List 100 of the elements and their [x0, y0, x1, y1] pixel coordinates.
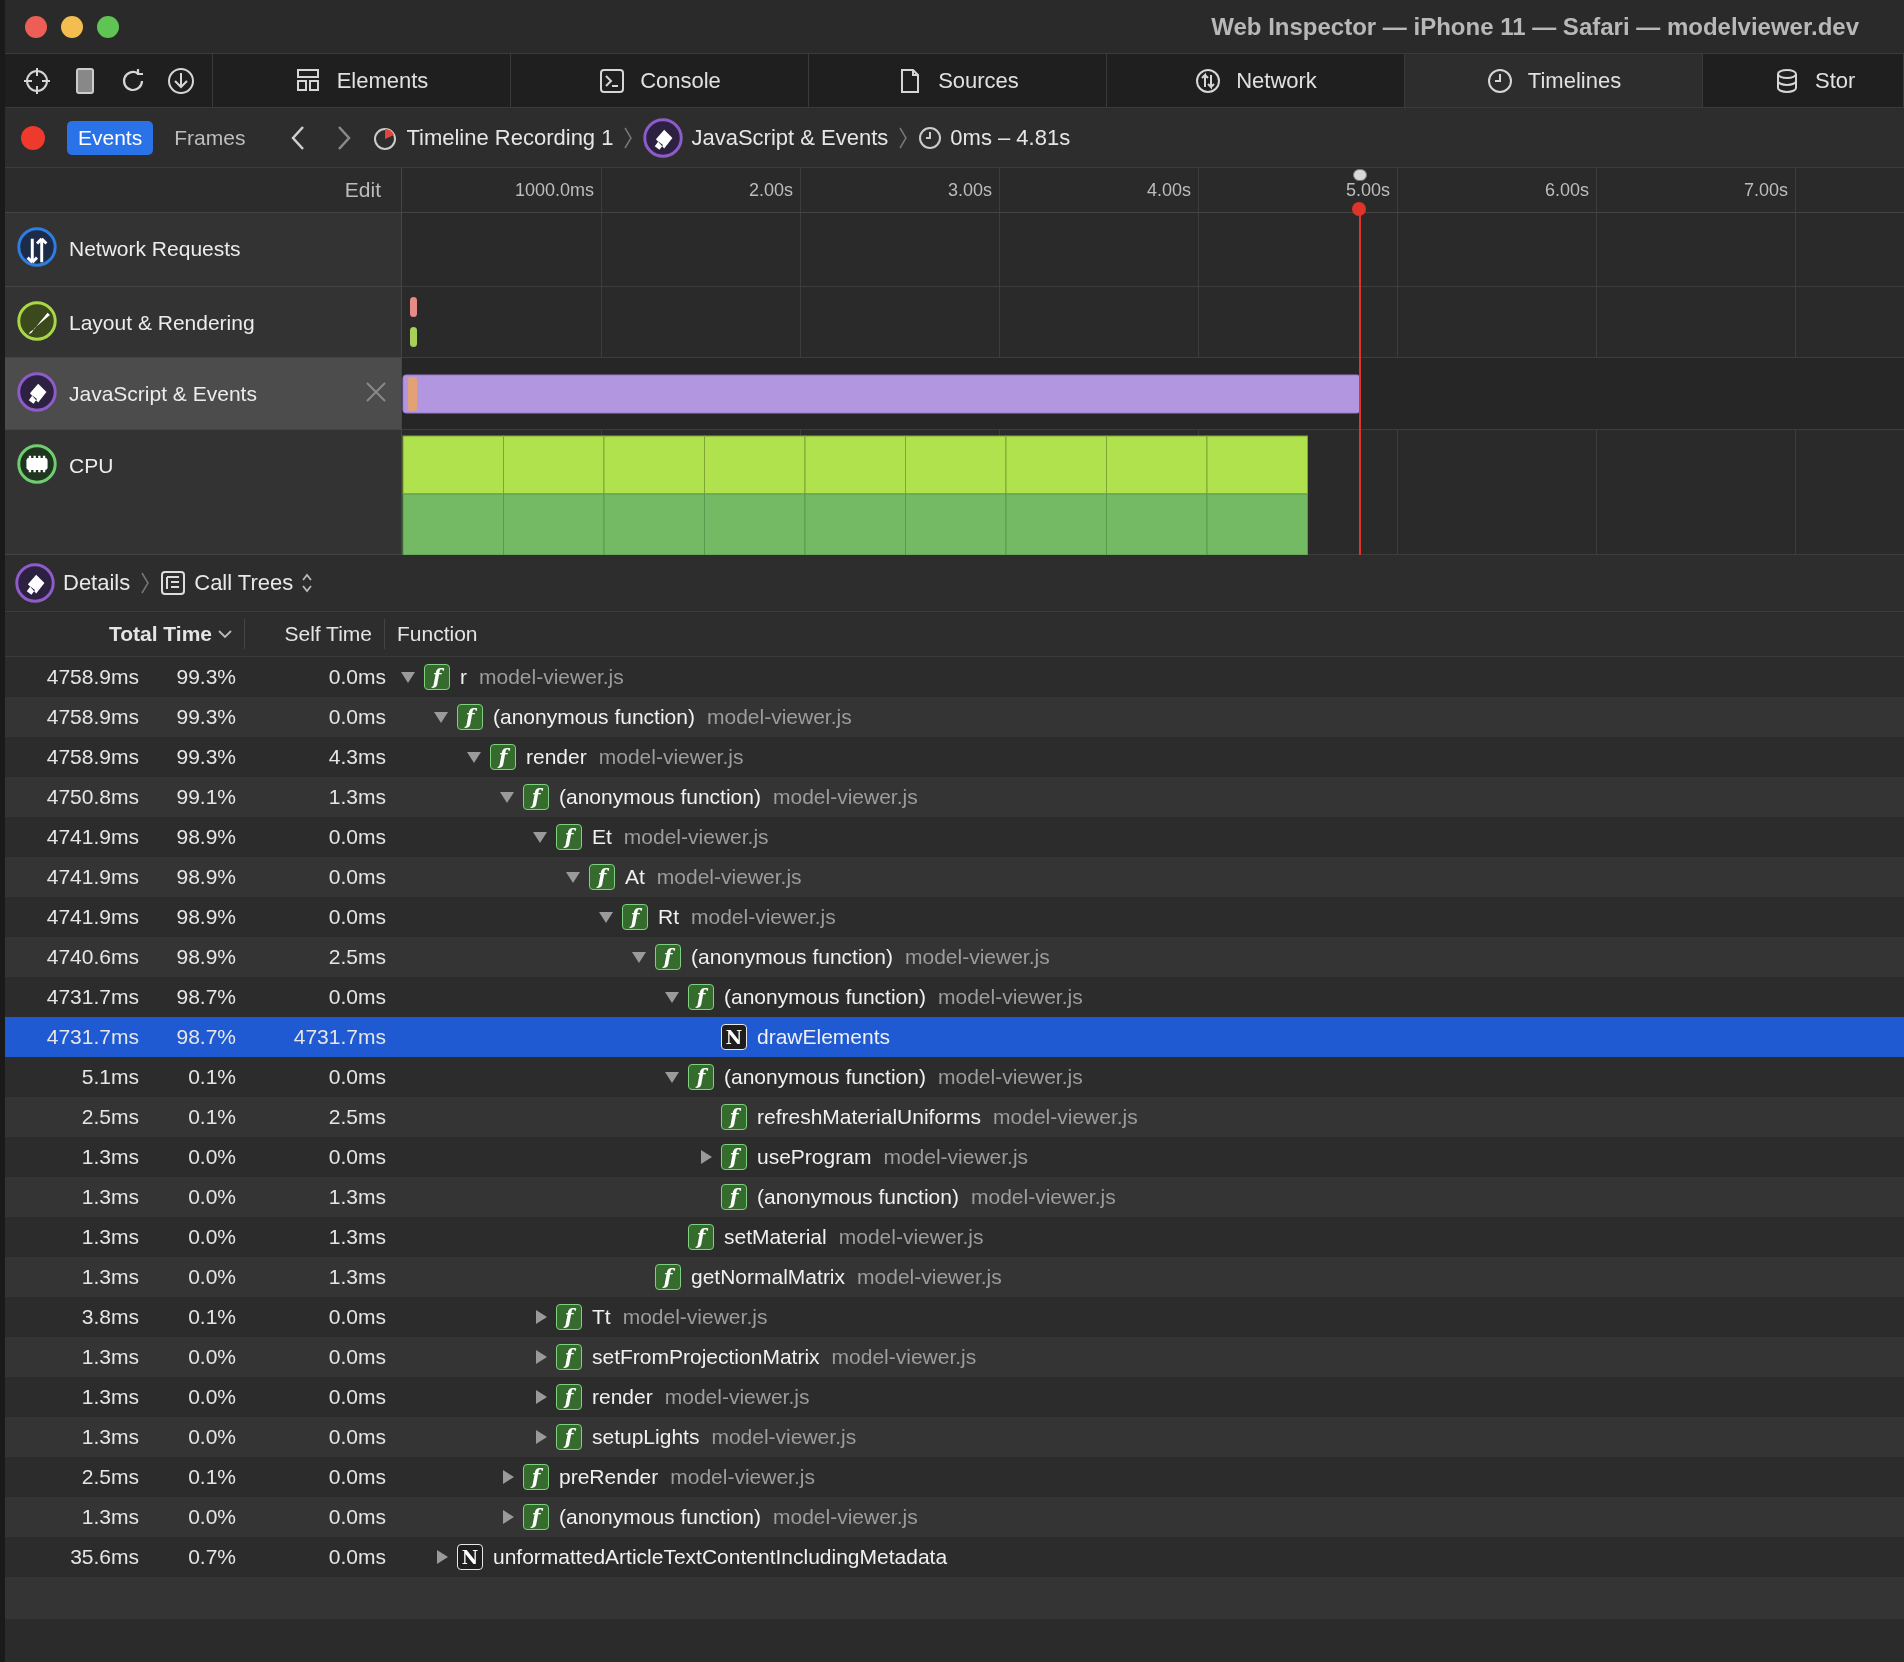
breadcrumb[interactable]: Details	[15, 563, 131, 603]
call-tree-row[interactable]: 1.3ms 0.0% 1.3ms f (anonymous function) model-viewer.js	[5, 1177, 1904, 1217]
percent-cell-text: 0.1%	[187, 1305, 236, 1329]
mode-button[interactable]: Events	[67, 120, 154, 155]
playhead-marker	[1352, 202, 1366, 216]
self-time-cell-text: 1.3ms	[327, 1265, 386, 1289]
self-time-cell-text: 0.0ms	[327, 1385, 386, 1409]
total-time-cell-text: 4758.9ms	[45, 665, 139, 689]
percent-cell-text: 98.9%	[175, 945, 236, 969]
self-time-cell-text: 4731.7ms	[292, 1025, 386, 1049]
file-name: model-viewer.js	[623, 825, 769, 849]
function-name: preRender	[559, 1465, 659, 1489]
self-time-cell-text: 0.0ms	[327, 985, 386, 1009]
total-time-cell-text: 4731.7ms	[45, 985, 139, 1009]
file-name: model-viewer.js	[993, 1105, 1138, 1129]
breadcrumb[interactable]: JavaScript & Events	[643, 117, 889, 158]
file-name: model-viewer.js	[479, 665, 624, 689]
file-name: model-viewer.js	[904, 945, 1050, 969]
percent-cell-text: 99.3%	[175, 665, 236, 689]
track-name: Layout & Rendering	[69, 311, 256, 335]
breadcrumb[interactable]: Call Trees	[160, 570, 314, 596]
function-name: (anonymous function)	[757, 1185, 959, 1209]
total-time-cell-text: 2.5ms	[80, 1465, 139, 1489]
breadcrumb[interactable]: Timeline Recording 1	[372, 124, 614, 151]
track-label[interactable]: JavaScript & Events	[5, 358, 401, 430]
terminal-icon	[598, 66, 627, 95]
function-badge: f	[589, 864, 615, 890]
sort-icon	[218, 629, 232, 639]
arrows-icon	[17, 227, 57, 267]
self-time-cell-text: 0.0ms	[327, 665, 386, 689]
file-name: model-viewer.js	[883, 1145, 1029, 1169]
stepper-icon	[301, 572, 314, 594]
call-tree-row[interactable]: 4741.9ms 98.9% 0.0ms f At model-viewer.js	[5, 857, 1904, 897]
function-name: useProgram	[757, 1145, 872, 1169]
function-name: (anonymous function)	[691, 945, 893, 969]
percent-cell-text: 0.0%	[187, 1185, 236, 1209]
total-time-cell-text: 4741.9ms	[45, 825, 139, 849]
percent-cell-text: 98.9%	[175, 865, 236, 889]
total-time-cell-text: 1.3ms	[80, 1425, 139, 1449]
percent-cell-text: 0.1%	[187, 1065, 236, 1089]
file-name: model-viewer.js	[711, 1425, 857, 1449]
function-name: r	[460, 665, 467, 689]
column-header[interactable]: Total Time	[5, 619, 245, 649]
function-badge: f	[523, 784, 549, 810]
call-tree-row[interactable]: 4731.7ms 98.7% 4731.7ms N drawElements	[5, 1017, 1904, 1057]
function-badge: f	[721, 1104, 747, 1130]
total-time-cell-text: 5.1ms	[80, 1065, 139, 1089]
self-time-cell-text: 1.3ms	[327, 1185, 386, 1209]
function-badge: f	[523, 1504, 549, 1530]
window-control[interactable]	[97, 15, 119, 38]
track-name: CPU	[69, 454, 115, 478]
tab[interactable]: Timelines	[1405, 54, 1703, 107]
function-name: render	[526, 745, 587, 769]
function-badge: f	[523, 1464, 549, 1490]
function-badge: f	[490, 744, 516, 770]
function-badge: f	[556, 1424, 582, 1450]
call-tree-row[interactable]: 2.5ms 0.1% 2.5ms f refreshMaterialUniforms model-viewer.js	[5, 1097, 1904, 1137]
call-tree-row[interactable]: 1.3ms 0.0% 0.0ms f setupLights model-viewer.js	[5, 1417, 1904, 1457]
edit-button[interactable]: Edit	[344, 178, 381, 202]
function-name: Rt	[658, 905, 679, 929]
mode-button[interactable]: Frames	[163, 120, 257, 155]
percent-cell-text: 0.0%	[187, 1425, 236, 1449]
call-tree-row[interactable]: 1.3ms 0.0% 0.0ms f setFromProjectionMatrix model-viewer.js	[5, 1337, 1904, 1377]
file-name: model-viewer.js	[937, 985, 1083, 1009]
function-badge: f	[457, 704, 483, 730]
chevron-icon	[898, 125, 909, 150]
record-button[interactable]	[21, 125, 45, 150]
percent-cell-text: 0.1%	[187, 1105, 236, 1129]
function-badge: N	[721, 1024, 747, 1050]
file-name: model-viewer.js	[857, 1265, 1002, 1289]
playhead-handle[interactable]	[1353, 169, 1367, 181]
function-badge: f	[424, 664, 450, 690]
clock-icon	[918, 125, 943, 150]
file-name: model-viewer.js	[831, 1345, 977, 1369]
percent-cell-text: 99.1%	[175, 785, 236, 809]
call-tree-row[interactable]: 4750.8ms 99.1% 1.3ms f (anonymous function) model-viewer.js	[5, 777, 1904, 817]
function-badge: f	[655, 944, 681, 970]
function-name: Et	[592, 825, 612, 849]
track-name: JavaScript & Events	[69, 382, 258, 406]
column-header[interactable]: Function	[385, 619, 1904, 649]
call-tree-row[interactable]: 4740.6ms 98.9% 2.5ms f (anonymous function) model-viewer.js	[5, 937, 1904, 977]
breadcrumb[interactable]: 0ms – 4.81s	[918, 124, 1071, 151]
call-tree-row[interactable]: 1.3ms 0.0% 1.3ms f getNormalMatrix model-viewer.js	[5, 1257, 1904, 1297]
total-time-cell-text: 4758.9ms	[45, 705, 139, 729]
function-name: (anonymous function)	[559, 1505, 761, 1529]
column-header[interactable]: Self Time	[245, 619, 385, 649]
window-control[interactable]	[61, 15, 83, 38]
script-icon	[17, 372, 57, 412]
call-tree-row[interactable]: 1.3ms 0.0% 0.0ms f (anonymous function) model-viewer.js	[5, 1497, 1904, 1537]
window-control[interactable]	[25, 15, 47, 38]
total-time-cell-text: 4740.6ms	[45, 945, 139, 969]
self-time-cell-text: 0.0ms	[327, 1505, 386, 1529]
self-time-cell-text: 0.0ms	[327, 1065, 386, 1089]
ruler-label: 6.00s	[1544, 180, 1589, 201]
file-name: model-viewer.js	[670, 1465, 815, 1489]
total-time-cell-text: 4731.7ms	[45, 1025, 139, 1049]
percent-cell-text: 98.9%	[175, 905, 236, 929]
chip-icon	[17, 444, 57, 484]
chevron-icon	[140, 571, 151, 595]
call-tree-row[interactable]: 4758.9ms 99.3% 0.0ms f (anonymous function) model-viewer.js	[5, 697, 1904, 737]
